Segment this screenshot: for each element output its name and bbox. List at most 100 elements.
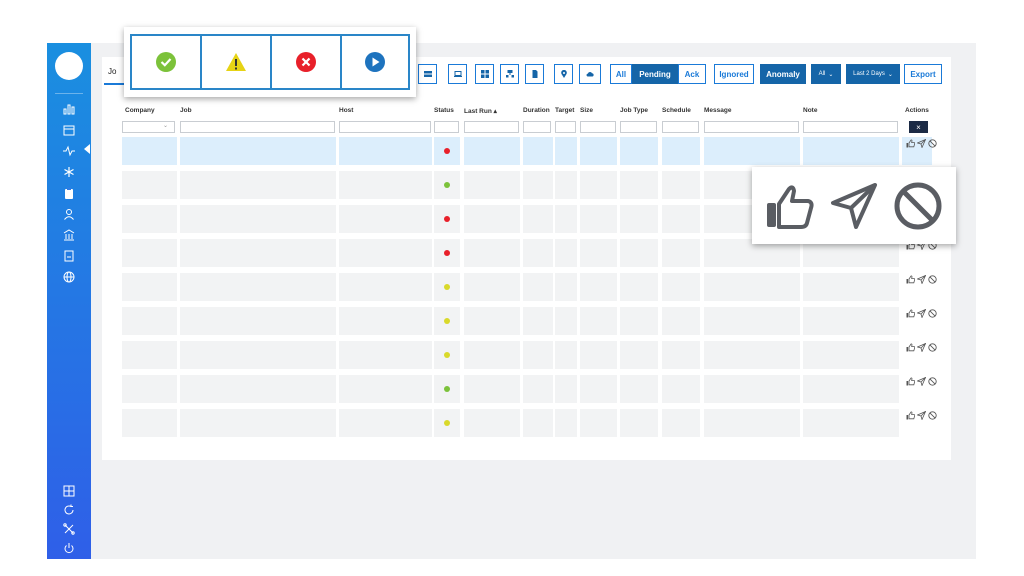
company-cell [122,239,177,267]
chart-icon[interactable] [57,100,81,118]
send-icon[interactable] [917,138,926,148]
company-cell [122,137,177,165]
message-cell [704,307,800,335]
col-last-run[interactable]: Last Run ▴ [464,107,497,115]
target-cell [555,171,577,199]
status-filter-select[interactable] [434,121,459,133]
status-legend-callout [124,27,416,97]
document-view-button[interactable] [525,64,544,84]
send-icon[interactable] [917,376,926,386]
job-cell [180,205,336,233]
ignore-icon[interactable] [928,308,937,318]
filter-ignored-button[interactable]: Ignored [714,64,754,84]
col-size[interactable]: Size [580,107,593,114]
last-run-filter-input[interactable] [464,121,519,133]
filter-all-button[interactable]: All [610,64,632,84]
thumbs-up-icon[interactable] [906,410,915,420]
col-company[interactable]: Company [125,107,155,114]
company-cell [122,307,177,335]
laptop-view-button[interactable] [448,64,467,84]
host-cell [339,273,432,301]
job-cell [180,341,336,369]
location-pin-icon [560,70,567,78]
job-type-filter-input[interactable] [620,121,657,133]
job-cell [180,239,336,267]
power-icon[interactable] [57,539,81,557]
message-filter-input[interactable] [704,121,799,133]
job-filter-input[interactable] [180,121,335,133]
clear-filters-button[interactable]: × [909,121,928,133]
row-actions [906,342,940,352]
target-filter-input[interactable] [555,121,576,133]
bank-icon[interactable] [57,226,81,244]
server-view-button[interactable] [418,64,437,84]
target-cell [555,273,577,301]
network-view-button[interactable] [500,64,519,84]
job-type-cell [620,205,658,233]
company-cell [122,375,177,403]
tools-icon[interactable] [57,520,81,538]
send-icon[interactable] [917,410,926,420]
location-view-button[interactable] [554,64,573,84]
status-yellow-dot [444,420,450,426]
col-job-type[interactable]: Job Type [620,107,648,114]
thumbs-up-icon[interactable] [906,138,915,148]
ignore-icon[interactable] [928,342,937,352]
activity-icon[interactable] [57,142,81,160]
send-icon[interactable] [917,342,926,352]
thumbs-up-icon[interactable] [906,274,915,284]
last-run-cell [464,239,520,267]
clipboard-icon[interactable] [57,184,81,202]
filter-ack-button[interactable]: Ack [678,64,706,84]
col-job[interactable]: Job [180,107,192,114]
size-filter-input[interactable] [580,121,616,133]
message-cell [704,375,800,403]
col-duration[interactable]: Duration [523,107,550,114]
status-yellow-dot [444,352,450,358]
grid-view-button[interactable] [475,64,494,84]
duration-cell [523,307,553,335]
last-run-cell [464,341,520,369]
note-filter-input[interactable] [803,121,898,133]
col-schedule[interactable]: Schedule [662,107,691,114]
send-icon[interactable] [917,274,926,284]
note-cell [803,137,899,165]
export-button[interactable]: Export [904,64,942,84]
host-cell [339,307,432,335]
anomaly-select[interactable]: All ⌄ [811,64,841,84]
ignore-icon[interactable] [928,410,937,420]
ignore-icon[interactable] [928,274,937,284]
host-cell [339,137,432,165]
globe-icon[interactable] [57,268,81,286]
send-icon[interactable] [917,308,926,318]
save-icon[interactable] [57,247,81,265]
calendar-icon[interactable] [57,121,81,139]
thumbs-up-icon[interactable] [906,342,915,352]
filter-pending-button[interactable]: Pending [632,64,678,84]
grid-icon [480,70,489,78]
date-range-select[interactable]: Last 2 Days ⌄ [846,64,900,84]
status-green-dot [444,386,450,392]
ignore-icon[interactable] [928,138,937,148]
host-filter-input[interactable] [339,121,431,133]
col-message[interactable]: Message [704,107,731,114]
schedule-filter-select[interactable] [662,121,699,133]
col-status[interactable]: Status [434,107,454,114]
asterisk-icon[interactable] [57,163,81,181]
refresh-icon[interactable] [57,501,81,519]
tab-jobs[interactable]: Jo [108,67,116,76]
col-note[interactable]: Note [803,107,817,114]
job-type-cell [620,409,658,437]
dashboard-icon[interactable] [57,482,81,500]
thumbs-up-icon[interactable] [906,308,915,318]
company-filter-select[interactable]: ⌄ [122,121,175,133]
col-target[interactable]: Target [555,107,574,114]
thumbs-up-icon[interactable] [906,376,915,386]
col-host[interactable]: Host [339,107,353,114]
filter-anomaly-button[interactable]: Anomaly [760,64,806,84]
user-icon[interactable] [57,205,81,223]
schedule-cell [662,205,700,233]
ignore-icon[interactable] [928,376,937,386]
duration-filter-input[interactable] [523,121,551,133]
cloud-view-button[interactable] [579,64,601,84]
